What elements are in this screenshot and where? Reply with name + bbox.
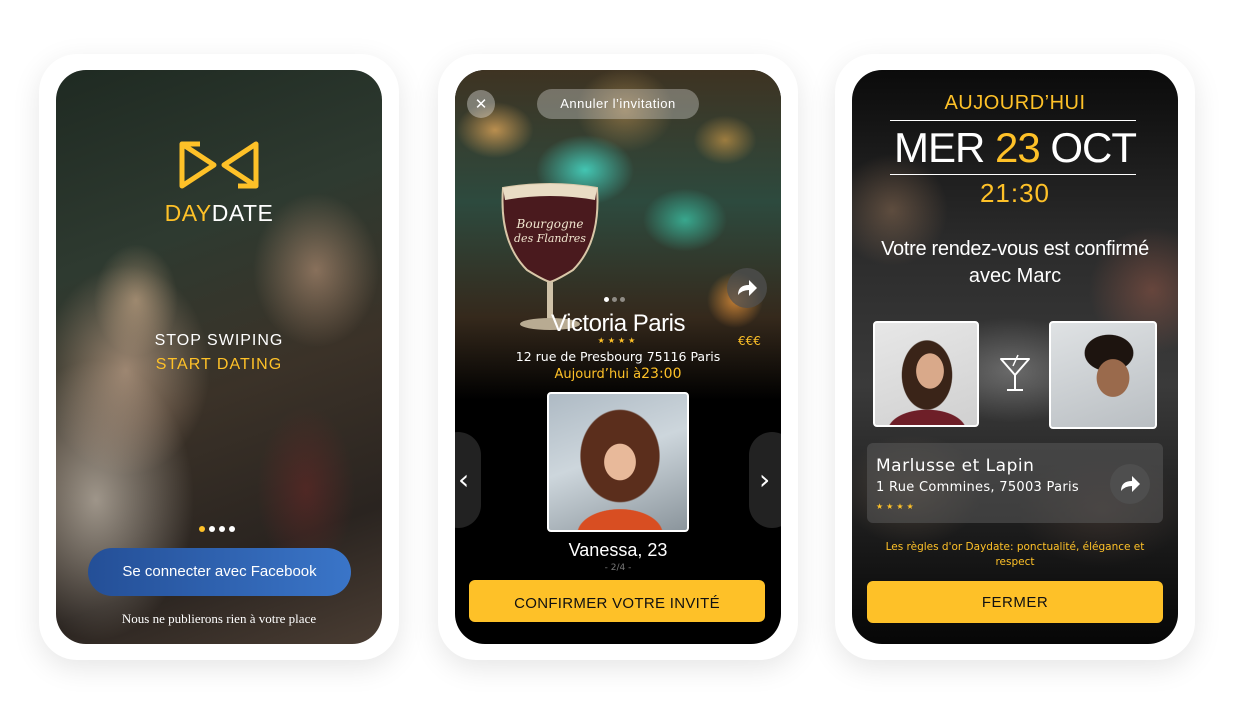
date-month: OCT (1050, 124, 1137, 171)
invite-screen: Bourgogne des Flandres ✕ Annuler l’invit… (455, 70, 781, 644)
cancel-invitation-button[interactable]: Annuler l’invitation (537, 89, 699, 119)
place-stars: ★★★★ (876, 502, 917, 511)
golden-rules: Les règles d'or Daydate: ponctualité, él… (885, 541, 1145, 568)
confirm-guest-button[interactable]: CONFIRMER VOTRE INVITÉ (469, 580, 765, 622)
date-number: 23 (994, 124, 1041, 171)
confirmation-message: Votre rendez-vous est confirmé (881, 238, 1149, 260)
venue-price: €€€ (738, 334, 761, 348)
photo-dots[interactable] (604, 297, 625, 302)
cocktail-glass-icon (1000, 354, 1030, 391)
date-hour: 23:00 (641, 366, 682, 382)
place-address: 1 Rue Commines, 75003 Paris (876, 480, 1080, 495)
share-button[interactable] (727, 268, 767, 308)
user-photo[interactable] (873, 321, 979, 427)
photo-dot[interactable] (604, 297, 609, 302)
svg-text:des Flandres: des Flandres (514, 232, 586, 245)
guest-photo[interactable] (547, 392, 689, 532)
divider-top (890, 120, 1136, 121)
photo-dot[interactable] (612, 297, 617, 302)
venue-stars: ★★★★ (597, 336, 639, 345)
share-arrow-icon (1121, 476, 1140, 492)
carousel-dots[interactable] (199, 526, 235, 532)
date-time: Aujourd’hui à23:00 (455, 366, 781, 382)
share-button[interactable] (1110, 464, 1150, 504)
venue-address: 12 rue de Presbourg 75116 Paris (515, 349, 721, 364)
next-guest-button[interactable]: › (749, 432, 781, 528)
photo-dot[interactable] (620, 297, 625, 302)
date-hour: 21:30 (979, 178, 1051, 208)
big-date: MER 23 OCT (852, 124, 1178, 172)
close-icon[interactable]: ✕ (467, 90, 495, 118)
facebook-login-button[interactable]: Se connecter avec Facebook (88, 548, 351, 596)
phone-card-invite: Bourgogne des Flandres ✕ Annuler l’invit… (438, 54, 798, 660)
phone-card-confirmation: AUJOURD’HUI MER 23 OCT 21:30 Votre rende… (835, 54, 1195, 660)
phone-card-welcome: DAYDATE STOP SWIPING START DATING Se con… (39, 54, 399, 660)
brand-date: DATE (211, 200, 274, 226)
brand-day: DAY (164, 200, 212, 226)
guest-name: Vanessa, 23 (568, 540, 668, 560)
carousel-dot[interactable] (229, 526, 235, 532)
tagline-start-dating: START DATING (155, 356, 283, 373)
close-button[interactable]: FERMER (867, 581, 1163, 623)
date-weekday: MER (893, 124, 985, 171)
carousel-dot[interactable] (219, 526, 225, 532)
divider-bottom (890, 174, 1136, 175)
share-arrow-icon (738, 280, 757, 296)
tagline-stop-swiping: STOP SWIPING (154, 332, 284, 349)
svg-text:Bourgogne: Bourgogne (516, 217, 584, 231)
previous-guest-button[interactable]: ‹ (455, 432, 481, 528)
privacy-note: Nous ne publierons rien à votre place (121, 611, 317, 626)
brand-wordmark: DAYDATE (56, 200, 382, 227)
partner-photo[interactable] (1049, 321, 1157, 429)
carousel-dot[interactable] (209, 526, 215, 532)
guest-pager: - 2/4 - (604, 563, 632, 573)
daydate-logo-icon (179, 141, 259, 189)
confirmation-screen: AUJOURD’HUI MER 23 OCT 21:30 Votre rende… (852, 70, 1178, 644)
today-label: AUJOURD’HUI (944, 92, 1086, 114)
place-name: Marlusse et Lapin (876, 456, 1035, 476)
welcome-screen: DAYDATE STOP SWIPING START DATING Se con… (56, 70, 382, 644)
venue-name: Victoria Paris (551, 310, 685, 337)
carousel-dot[interactable] (199, 526, 205, 532)
confirmation-partner: avec Marc (968, 265, 1062, 287)
date-day: Aujourd’hui à (554, 367, 642, 382)
